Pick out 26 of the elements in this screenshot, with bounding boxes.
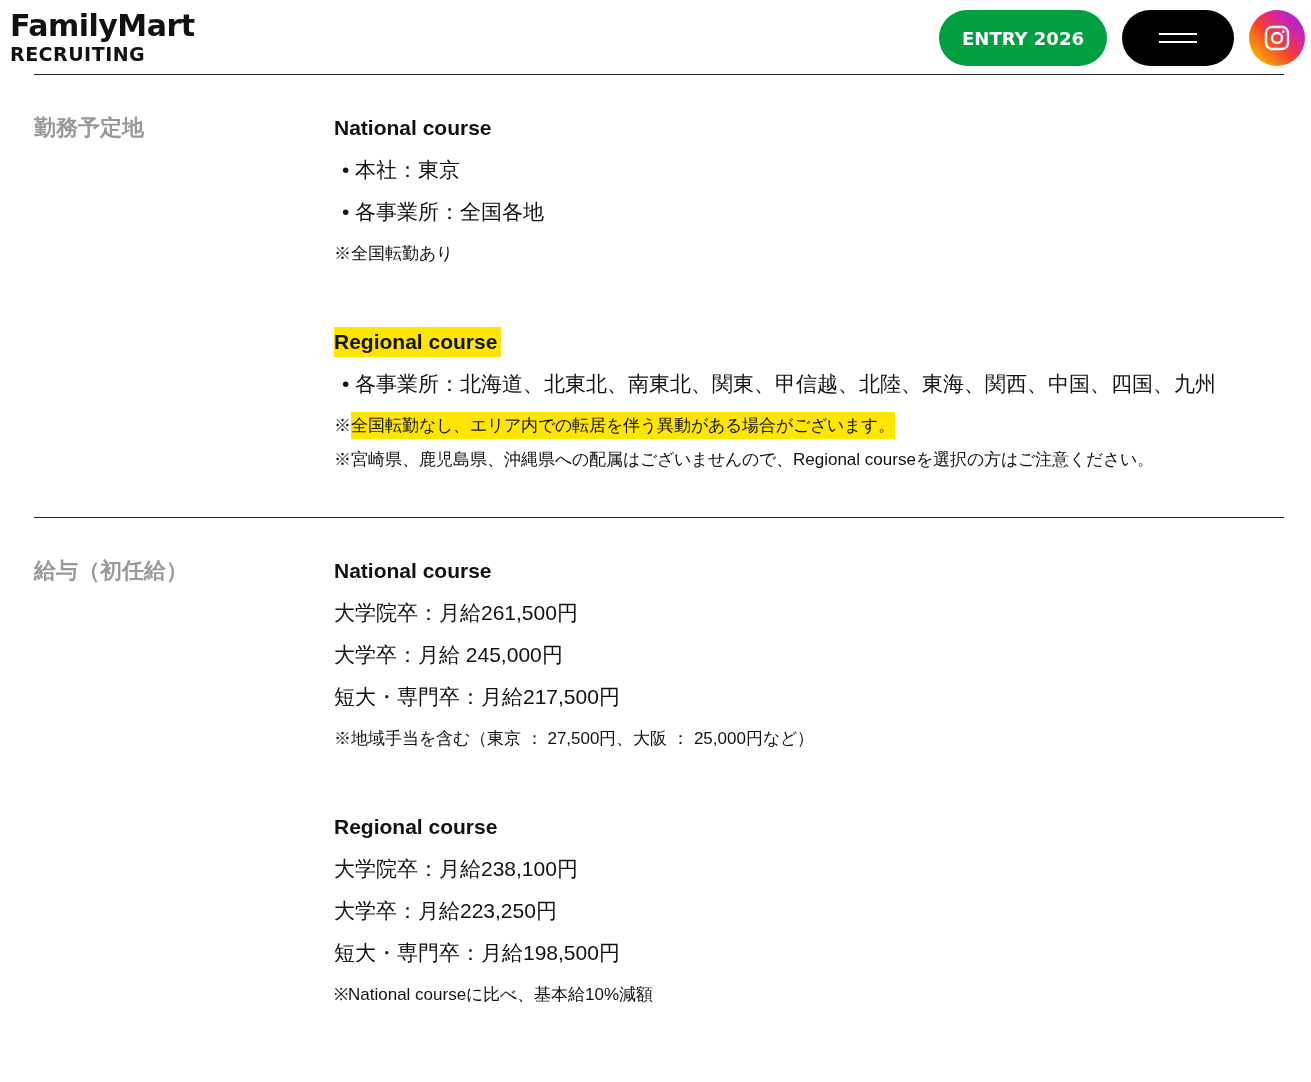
salary-line: 大学院卒：月給238,100円: [334, 856, 578, 882]
location-item: • 各事業所：北海道、北東北、南東北、関東、甲信越、北陸、東海、関西、中国、四国、九州: [341, 371, 1217, 397]
location-item: • 各事業所：全国各地: [341, 199, 545, 225]
menu-button[interactable]: [1122, 10, 1234, 66]
logo-subtitle: RECRUITING: [10, 42, 147, 66]
course-heading: National course: [334, 115, 493, 141]
location-item: • 本社：東京: [341, 157, 461, 183]
note-text: ※National courseに比べ、基本給10%減額: [334, 984, 654, 1006]
course-heading: Regional course: [334, 814, 499, 840]
camera-icon: [1264, 25, 1290, 51]
salary-line: 大学卒：月給 245,000円: [334, 642, 563, 668]
course-heading: Regional course: [334, 327, 502, 357]
salary-line: 短大・専門卒：月給217,500円: [334, 684, 620, 710]
salary-line: 短大・専門卒：月給198,500円: [334, 940, 620, 966]
salary-line: 大学卒：月給223,250円: [334, 898, 557, 924]
logo[interactable]: FamilyMart: [10, 10, 195, 42]
course-heading: National course: [334, 558, 493, 584]
menu-icon: [1159, 32, 1197, 44]
salary-line: 大学院卒：月給261,500円: [334, 600, 578, 626]
instagram-button[interactable]: [1249, 10, 1305, 66]
note-text: ※全国転勤なし、エリア内での転居を伴う異動がある場合がございます。: [334, 413, 895, 439]
section-label: 給与（初任給）: [34, 557, 189, 585]
note-text: ※全国転勤あり: [334, 243, 453, 265]
section-label: 勤務予定地: [34, 114, 145, 142]
note-text: ※地域手当を含む（東京 ： 27,500円、大阪 ： 25,000円など）: [334, 728, 814, 750]
note-text: ※宮崎県、鹿児島県、沖縄県への配属はございませんので、Regional courseを選択の方はご注意ください。: [334, 449, 1154, 471]
